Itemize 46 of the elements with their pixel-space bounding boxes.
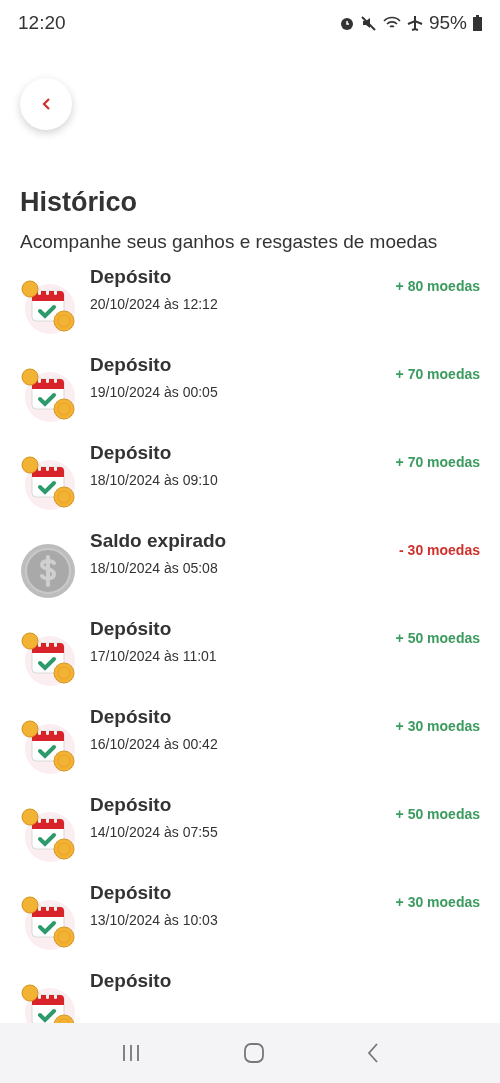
transaction-date: 20/10/2024 às 12:12: [90, 295, 219, 314]
alarm-icon: [338, 15, 355, 31]
transaction-amount: + 30 moedas: [395, 893, 480, 912]
calendar-coins-icon: [20, 807, 76, 863]
transaction-title: Depósito: [90, 881, 173, 905]
transaction-date: 18/10/2024 às 09:10: [90, 471, 219, 490]
transaction-title: Depósito: [90, 265, 173, 289]
transaction-title: Depósito: [90, 617, 173, 641]
page-subtitle: Acompanhe seus ganhos e resgastes de moedas: [20, 230, 439, 254]
page-title: Histórico: [20, 186, 139, 218]
transaction-date: 13/10/2024 às 10:03: [90, 911, 219, 930]
back-nav-icon[interactable]: [366, 1043, 379, 1063]
transaction-date: 18/10/2024 às 05:08: [90, 559, 219, 578]
transaction-amount: + 70 moedas: [395, 453, 480, 472]
recent-apps-icon[interactable]: [121, 1044, 142, 1062]
transaction-date: 19/10/2024 às 00:05: [90, 383, 219, 402]
transaction-amount: + 50 moedas: [395, 629, 480, 648]
transaction-amount: + 30 moedas: [395, 717, 480, 736]
transaction-date: 14/10/2024 às 07:55: [90, 823, 219, 842]
home-icon[interactable]: [244, 1043, 264, 1063]
transaction-date: 17/10/2024 às 11:01: [90, 647, 218, 666]
wifi-icon: [382, 15, 401, 31]
mute-icon: [360, 15, 377, 31]
calendar-coins-icon: [20, 279, 76, 335]
transaction-title: Depósito: [90, 705, 173, 729]
calendar-coins-icon: [20, 455, 76, 511]
airplane-icon: [406, 15, 423, 31]
transaction-title: Saldo expirado: [90, 529, 228, 553]
battery-icon: [473, 15, 482, 31]
status-time: 12:20: [18, 10, 66, 35]
transaction-title: Depósito: [90, 969, 173, 993]
transaction-amount: + 50 moedas: [395, 805, 480, 824]
calendar-coins-icon: [20, 719, 76, 775]
transaction-title: Depósito: [90, 353, 173, 377]
transaction-amount: + 80 moedas: [395, 277, 480, 296]
transaction-date: 16/10/2024 às 00:42: [90, 735, 219, 754]
calendar-coins-icon: [20, 631, 76, 687]
transaction-amount: + 70 moedas: [395, 365, 480, 384]
transaction-amount: - 30 moedas: [399, 541, 480, 560]
battery-percent: 95%: [428, 10, 467, 35]
back-icon: [41, 97, 51, 111]
calendar-coins-icon: [20, 895, 76, 951]
transaction-title: Depósito: [90, 441, 173, 465]
transaction-title: Depósito: [90, 793, 173, 817]
coin-icon: [20, 543, 76, 599]
calendar-coins-icon: [20, 367, 76, 423]
